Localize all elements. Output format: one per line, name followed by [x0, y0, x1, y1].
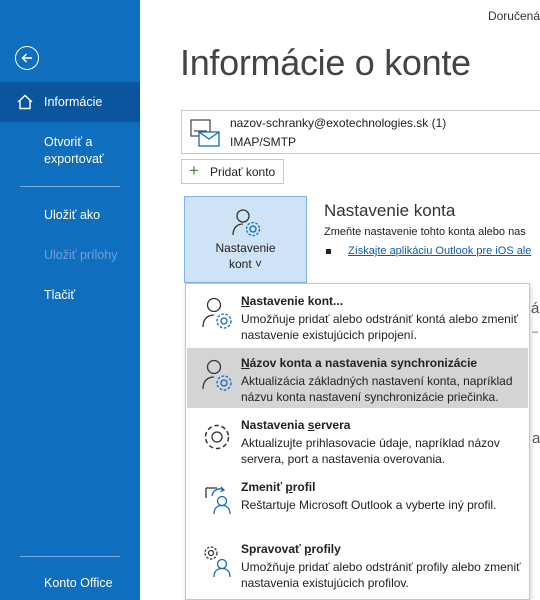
account-settings-label-line2: kont ˅ [228, 257, 263, 271]
account-email: nazov-schranky@exotechnologies.sk (1) [230, 116, 447, 130]
user-sync-gear-icon [202, 358, 234, 397]
section-title: Nastavenie konta [324, 201, 456, 220]
sidebar-item-label: Informácie [44, 95, 103, 109]
menu-item-description: Umožňuje pridať alebo odstrániť profily … [241, 560, 521, 590]
menu-item-title: Názov konta a nastavenia synchronizácie [241, 356, 478, 370]
account-settings-button[interactable]: Nastavenie kont ˅ [184, 196, 307, 283]
menu-item-account-name-sync[interactable]: Názov konta a nastavenia synchronizácie … [187, 348, 528, 408]
page-title: Informácie o konte [180, 42, 471, 83]
menu-item-title: Zmeniť profil [241, 480, 316, 494]
sidebar-item-save-as[interactable]: Uložiť ako [44, 207, 100, 224]
bullet-icon [326, 249, 331, 254]
account-settings-label-line1: Nastavenie [215, 241, 276, 255]
window-title-fragment: Doručená [487, 9, 540, 23]
user-gear-icon [232, 207, 262, 242]
add-account-button[interactable]: + Pridať konto [181, 159, 284, 184]
mail-account-icon [190, 119, 220, 152]
account-selector[interactable]: nazov-schranky@exotechnologies.sk (1) IM… [181, 110, 540, 154]
menu-item-change-profile[interactable]: Zmeniť profil Reštartuje Microsoft Outlo… [187, 472, 528, 532]
add-account-label: Pridať konto [210, 165, 276, 179]
sidebar-item-save-attachments: Uložiť prílohy [44, 248, 118, 262]
account-type: IMAP/SMTP [230, 135, 297, 149]
menu-item-description: Umožňuje pridať alebo odstrániť kontá al… [241, 312, 518, 342]
sidebar-item-print[interactable]: Tlačiť [44, 287, 75, 304]
background-heading-fragment: á [531, 300, 540, 317]
menu-item-title: Spravovať profily [241, 542, 341, 556]
manage-profiles-icon [202, 544, 234, 583]
menu-item-description: Aktualizácia základných nastavení konta,… [241, 374, 513, 404]
background-heading-fragment: a [532, 430, 540, 447]
background-text-fragment: – [532, 326, 539, 338]
menu-item-server-settings[interactable]: Nastavenia servera Aktualizujte prihlaso… [187, 410, 528, 470]
menu-item-title: Nastavenia servera [241, 418, 351, 432]
plus-icon: + [189, 161, 199, 180]
menu-item-description: Aktualizujte prihlasovacie údaje, naprík… [241, 436, 500, 466]
menu-item-manage-profiles[interactable]: Spravovať profily Umožňuje pridať alebo … [187, 534, 528, 594]
user-gear-icon [202, 296, 234, 335]
sidebar-divider [20, 556, 120, 557]
home-icon [16, 93, 34, 116]
back-arrow-icon[interactable] [15, 46, 39, 70]
sidebar-item-open-export[interactable]: Otvoriť a exportovať [44, 134, 124, 168]
menu-item-description: Reštartuje Microsoft Outlook a vyberte i… [241, 498, 497, 512]
account-settings-dropdown: Nastavenie kont... Umožňuje pridať alebo… [185, 283, 530, 600]
gear-icon [202, 420, 234, 459]
section-description: Zmeňte nastavenie tohto konta alebo nas [324, 226, 526, 238]
backstage-sidebar: Informácie Otvoriť a exportovať Uložiť a… [0, 0, 140, 600]
change-profile-icon [202, 482, 234, 521]
sidebar-item-info[interactable]: Informácie [0, 82, 140, 122]
menu-item-account-settings[interactable]: Nastavenie kont... Umožňuje pridať alebo… [187, 286, 528, 346]
sidebar-item-office-account[interactable]: Konto Office [44, 575, 113, 592]
sidebar-divider [20, 186, 120, 187]
menu-item-title: Nastavenie kont... [241, 294, 344, 308]
outlook-ios-link[interactable]: Získajte aplikáciu Outlook pre iOS ale [348, 245, 531, 257]
